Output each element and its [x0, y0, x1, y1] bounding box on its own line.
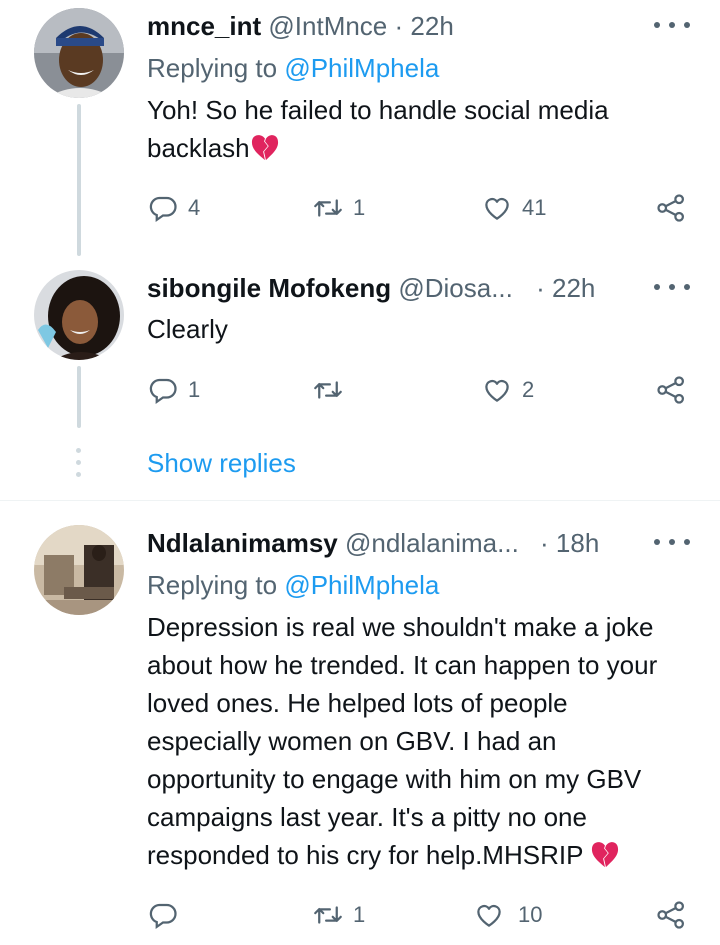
more-icon[interactable] — [654, 537, 690, 547]
share-icon — [657, 194, 684, 222]
retweet-button[interactable]: 1 — [313, 190, 365, 226]
like-icon — [485, 197, 509, 220]
share-icon — [657, 376, 684, 404]
handle[interactable]: @Diosa... — [398, 273, 513, 303]
tweet-actions: 1 2 — [0, 372, 720, 408]
reply-icon — [149, 903, 177, 930]
timestamp[interactable]: · 18h — [540, 528, 599, 558]
retweet-button[interactable] — [313, 372, 353, 408]
timestamp[interactable]: · 22h — [536, 273, 595, 303]
like-count: 2 — [522, 377, 535, 402]
thread-continuation-dots — [76, 448, 82, 478]
handle[interactable]: @ndlalanima... — [345, 528, 519, 558]
tweet-header: sibongile Mofokeng @Diosa... · 22h — [147, 270, 690, 306]
mention-link[interactable]: @PhilMphela — [284, 53, 439, 83]
retweet-icon — [314, 199, 342, 217]
reply-count: 4 — [188, 195, 201, 220]
display-name[interactable]: mnce_int — [147, 11, 261, 41]
broken-heart-emoji — [592, 842, 619, 868]
tweet-text-body: Clearly — [147, 314, 228, 344]
tweet-actions: 4 1 41 — [0, 190, 720, 226]
share-icon — [657, 901, 684, 929]
tweet-1[interactable]: mnce_int @IntMnce · 22h Replying to @Phi… — [0, 0, 720, 256]
retweet-icon — [314, 906, 342, 924]
like-button[interactable]: 10 — [474, 897, 542, 933]
divider — [0, 500, 720, 501]
timestamp[interactable]: · 22h — [395, 11, 454, 41]
tweet-text: Clearly — [147, 310, 687, 348]
retweet-count: 1 — [353, 195, 366, 220]
replying-to: Replying to @PhilMphela — [147, 50, 439, 86]
retweet-button[interactable]: 1 — [313, 897, 365, 933]
mention-link[interactable]: @PhilMphela — [284, 570, 439, 600]
replying-prefix: Replying to — [147, 570, 285, 600]
like-button[interactable]: 41 — [482, 190, 546, 226]
tweet-actions: 1 10 — [0, 897, 720, 933]
like-icon — [477, 904, 501, 927]
replying-prefix: Replying to — [147, 53, 285, 83]
reply-button[interactable]: 4 — [148, 190, 200, 226]
reply-icon — [149, 196, 177, 223]
tweet-text: Yoh! So he failed to handle social media… — [147, 91, 647, 167]
reply-button[interactable] — [148, 897, 188, 933]
avatar[interactable] — [34, 8, 124, 98]
reply-icon — [149, 378, 177, 405]
tweet-text-body: Depression is real we shouldn't make a j… — [147, 612, 658, 870]
tweet-header: mnce_int @IntMnce · 22h — [147, 8, 690, 44]
share-button[interactable] — [656, 190, 686, 226]
like-count: 41 — [522, 195, 547, 220]
like-button[interactable]: 2 — [482, 372, 534, 408]
share-button[interactable] — [656, 372, 686, 408]
share-button[interactable] — [656, 897, 686, 933]
more-icon[interactable] — [654, 282, 690, 292]
reply-button[interactable]: 1 — [148, 372, 200, 408]
avatar[interactable] — [34, 270, 124, 360]
tweet-2[interactable]: sibongile Mofokeng @Diosa... · 22h Clear… — [0, 262, 720, 492]
show-replies-link[interactable]: Show replies — [147, 445, 296, 481]
display-name[interactable]: Ndlalanimamsy — [147, 528, 338, 558]
retweet-count: 1 — [353, 902, 366, 927]
tweet-header: Ndlalanimamsy @ndlalanima... · 18h — [147, 525, 690, 561]
retweet-icon — [314, 381, 342, 399]
handle[interactable]: @IntMnce — [268, 11, 387, 41]
reply-count: 1 — [188, 377, 201, 402]
display-name[interactable]: sibongile Mofokeng — [147, 273, 391, 303]
tweet-text-body: Yoh! So he failed to handle social media… — [147, 95, 609, 163]
thread-line — [77, 104, 81, 256]
tweet-3[interactable]: Ndlalanimamsy @ndlalanima... · 18h Reply… — [0, 517, 720, 945]
like-count: 10 — [518, 902, 543, 927]
more-icon[interactable] — [654, 20, 690, 30]
tweet-text: Depression is real we shouldn't make a j… — [147, 608, 682, 874]
broken-heart-emoji — [251, 135, 278, 161]
like-icon — [485, 379, 509, 402]
replying-to: Replying to @PhilMphela — [147, 567, 439, 603]
avatar[interactable] — [34, 525, 124, 615]
